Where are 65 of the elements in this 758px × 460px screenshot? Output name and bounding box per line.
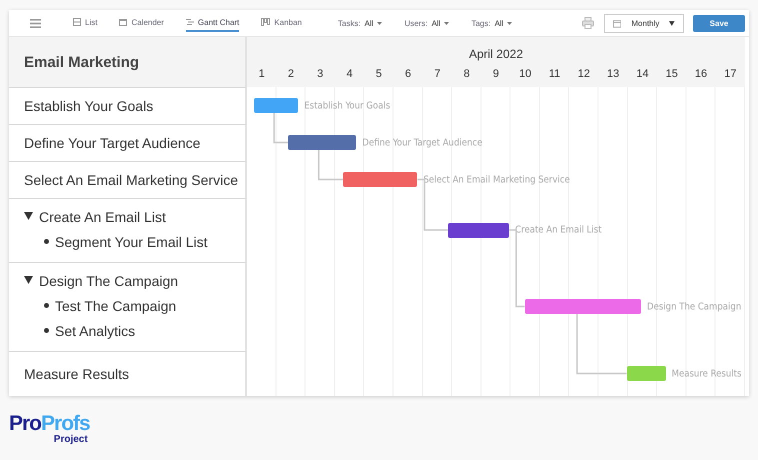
bar-label: Define Your Target Audience [362,137,482,148]
menu-icon[interactable] [30,18,41,28]
day-label: 12 [576,68,591,80]
task-bar[interactable] [448,222,510,238]
day-label: 15 [664,68,679,80]
task-name[interactable]: Select An Email Marketing Service [24,172,245,188]
caret-icon [377,22,382,24]
bar-label: Create An Email List [515,224,602,236]
day-label: 16 [694,68,708,80]
caret-icon [669,20,675,26]
view-tab[interactable]: Kanban [261,14,302,32]
day-label: 3 [316,68,324,80]
day-label: 8 [462,68,471,80]
view-tab[interactable]: Gantt Chart [186,14,240,32]
subtask-name[interactable]: Segment Your Email List [55,234,208,250]
subtask-name[interactable]: Set Analytics [55,322,136,338]
calendar-icon [613,18,622,28]
bar-label: Establish Your Goals [304,100,390,111]
bar-label: Design The Campaign [647,301,742,312]
bullet-icon [44,303,49,308]
period-dropdown[interactable]: Monthly [604,14,684,32]
save-button[interactable]: Save [693,14,745,32]
day-label: 10 [518,68,532,80]
day-label: 5 [374,68,383,80]
calendar-icon [119,18,128,26]
project-title: Email Marketing [9,37,247,87]
day-label: 17 [723,68,738,80]
day-label: 7 [433,68,442,80]
filter-dropdown[interactable]: Tags: All [471,18,512,28]
task-name[interactable]: Define Your Target Audience [24,135,245,151]
day-label: 4 [345,68,354,80]
day-label: 11 [548,68,562,80]
day-label: 6 [404,68,412,80]
brand-name: ProProfs [9,414,90,434]
day-label: 1 [258,68,266,80]
dependency-connector [576,314,627,374]
caret-icon [444,22,450,24]
subtask-name[interactable]: Test The Campaign [55,298,176,314]
bullet-icon [44,328,49,333]
task-name[interactable]: Measure Results [24,366,245,382]
dependency-connector [318,150,344,180]
bars-icon [186,18,194,26]
bar-label: Select An Email Marketing Service [423,174,570,185]
task-group-name[interactable]: Create An Email List [39,208,166,224]
day-label: 13 [606,68,620,80]
filter-dropdown[interactable]: Tasks: All [338,18,382,28]
caret-icon [507,22,512,24]
bullet-icon [44,239,49,244]
printer-icon[interactable] [582,17,594,29]
collapse-caret-icon[interactable] [24,276,33,285]
view-tab[interactable]: List [73,14,98,32]
task-name[interactable]: Establish Your Goals [24,98,245,114]
day-label: 9 [492,68,500,80]
task-group-name[interactable]: Design The Campaign [39,272,178,288]
filter-dropdown[interactable]: Users: All [404,18,450,28]
month-label: April 2022 [468,47,524,61]
view-tab[interactable]: Calender [119,14,164,32]
bar-label: Measure Results [672,368,742,379]
day-label: 2 [286,68,295,80]
dependency-connector [273,113,288,144]
day-label: 14 [635,68,650,80]
columns-icon [261,18,270,26]
collapse-caret-icon[interactable] [24,212,33,221]
product-name: Project [54,434,88,445]
list-icon [73,18,81,26]
